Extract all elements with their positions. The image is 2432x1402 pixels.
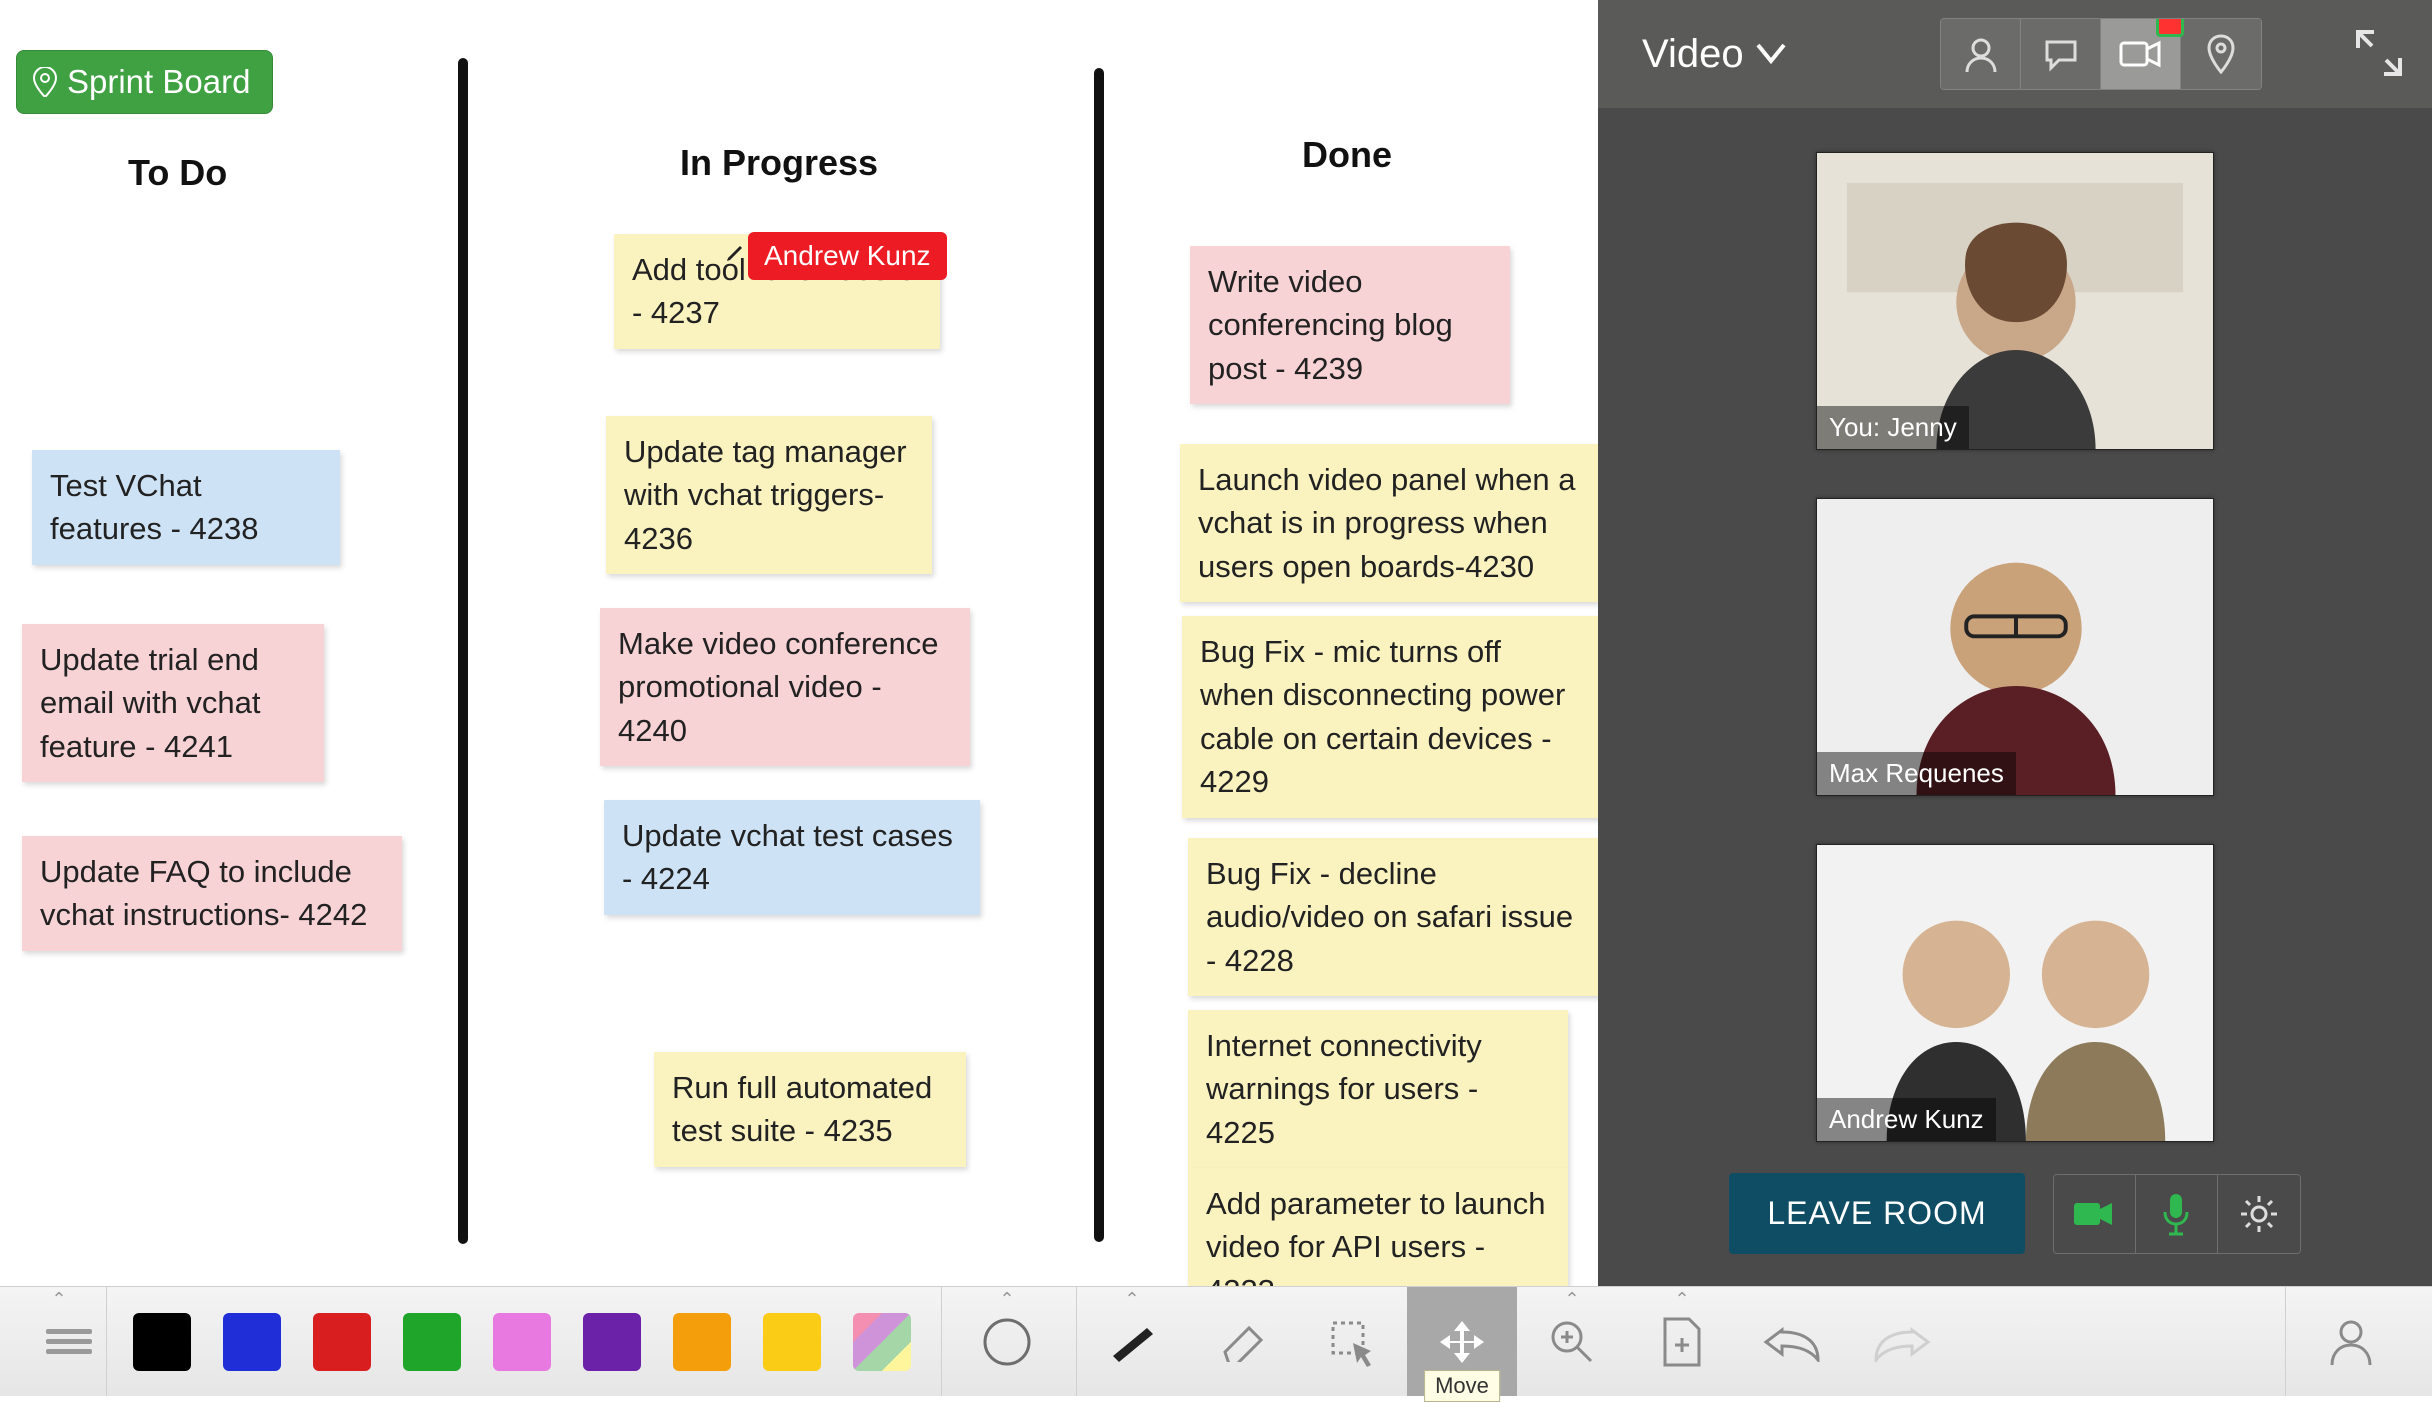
card[interactable]: Launch video panel when a vchat is in pr… <box>1180 444 1598 602</box>
video-tile[interactable]: Andrew Kunz <box>1816 844 2214 1142</box>
video-panel: Video You: Je <box>1598 0 2432 1286</box>
video-panel-header: Video <box>1598 0 2432 108</box>
video-panel-title[interactable]: Video <box>1642 32 1786 77</box>
eraser-icon <box>1215 1322 1269 1362</box>
move-tool[interactable]: Move <box>1407 1287 1517 1396</box>
column-divider <box>1094 68 1104 1242</box>
undo-button[interactable] <box>1737 1287 1847 1396</box>
chevron-down-icon <box>1756 43 1786 65</box>
color-swatch-section <box>106 1287 937 1396</box>
pin-icon <box>2206 34 2236 74</box>
tab-chat[interactable] <box>2021 19 2101 89</box>
video-control-group <box>2053 1174 2301 1254</box>
profile-button[interactable] <box>2296 1287 2406 1396</box>
eraser-tool[interactable] <box>1187 1287 1297 1396</box>
column-header-done: Done <box>1302 134 1392 176</box>
expand-caret-icon[interactable]: ⌃ <box>1124 1289 1139 1310</box>
tab-video[interactable] <box>2101 19 2181 89</box>
hamburger-menu-button[interactable] <box>46 1324 92 1359</box>
card[interactable]: Bug Fix - decline audio/video on safari … <box>1188 838 1606 996</box>
toggle-mic-button[interactable] <box>2136 1175 2218 1253</box>
video-tile[interactable]: Max Requenes <box>1816 498 2214 796</box>
profile-section <box>2285 1287 2416 1396</box>
zoom-tool[interactable]: ⌃ <box>1517 1287 1627 1396</box>
expand-icon[interactable] <box>2354 28 2404 78</box>
pin-icon <box>33 67 57 97</box>
card[interactable]: Internet connectivity warnings for users… <box>1188 1010 1568 1168</box>
participant-name: Max Requenes <box>1817 752 2016 795</box>
redo-icon <box>1872 1322 1932 1362</box>
participant-name: You: Jenny <box>1817 406 1969 449</box>
column-divider <box>458 58 468 1244</box>
redo-button[interactable] <box>1847 1287 1957 1396</box>
color-swatch-multi[interactable] <box>853 1313 911 1371</box>
tab-people[interactable] <box>1941 19 2021 89</box>
gear-icon <box>2239 1194 2279 1234</box>
color-swatch[interactable] <box>493 1313 551 1371</box>
person-icon <box>1961 34 2001 74</box>
color-swatch[interactable] <box>133 1313 191 1371</box>
add-page-tool[interactable]: ⌃ <box>1627 1287 1737 1396</box>
card[interactable]: Write video conferencing blog post - 423… <box>1190 246 1510 404</box>
color-swatch[interactable] <box>403 1313 461 1371</box>
expand-caret-icon[interactable]: ⌃ <box>1564 1289 1579 1310</box>
circle-icon <box>982 1317 1032 1367</box>
recording-indicator-icon <box>2156 18 2184 37</box>
expand-caret-icon[interactable]: ⌃ <box>1674 1289 1689 1310</box>
whiteboard-canvas[interactable]: Sprint Board To Do In Progress Done Test… <box>0 0 1598 1286</box>
card[interactable]: Update tag manager with vchat triggers- … <box>606 416 932 574</box>
tooltip: Move <box>1424 1370 1500 1402</box>
video-settings-button[interactable] <box>2218 1175 2300 1253</box>
color-swatch[interactable] <box>583 1313 641 1371</box>
tools-section: ⌃ Move ⌃ ⌃ <box>1076 1287 1957 1396</box>
select-tool[interactable] <box>1297 1287 1407 1396</box>
column-header-inprogress: In Progress <box>680 142 878 184</box>
card[interactable]: Update vchat test cases - 4224 <box>604 800 980 915</box>
menu-section: ⌃ <box>16 1287 102 1396</box>
color-swatch[interactable] <box>673 1313 731 1371</box>
toggle-camera-button[interactable] <box>2054 1175 2136 1253</box>
pen-icon <box>1107 1322 1157 1362</box>
undo-icon <box>1762 1322 1822 1362</box>
expand-caret-icon[interactable]: ⌃ <box>51 1289 66 1310</box>
board-title-chip[interactable]: Sprint Board <box>16 50 273 114</box>
leave-room-button[interactable]: LEAVE ROOM <box>1729 1173 2024 1254</box>
participant-name: Andrew Kunz <box>1817 1098 1996 1141</box>
pen-tool[interactable]: ⌃ <box>1077 1287 1187 1396</box>
presence-user-tag: Andrew Kunz <box>748 232 947 280</box>
add-page-icon <box>1659 1315 1705 1369</box>
bottom-toolbar: ⌃ ⌃ ⌃ Move ⌃ ⌃ <box>0 1286 2432 1396</box>
card[interactable]: Update FAQ to include vchat instructions… <box>22 836 402 951</box>
card[interactable]: Update trial end email with vchat featur… <box>22 624 324 782</box>
column-header-todo: To Do <box>128 152 227 194</box>
tab-location[interactable] <box>2181 19 2261 89</box>
pencil-icon <box>724 240 748 264</box>
video-tile[interactable]: You: Jenny <box>1816 152 2214 450</box>
microphone-icon <box>2161 1192 2191 1236</box>
video-camera-icon <box>2072 1197 2116 1231</box>
color-swatch[interactable] <box>763 1313 821 1371</box>
chat-icon <box>2041 34 2081 74</box>
card[interactable]: Run full automated test suite - 4235 <box>654 1052 966 1167</box>
board-title-text: Sprint Board <box>67 63 250 100</box>
move-arrows-icon <box>1435 1315 1489 1369</box>
card[interactable]: Make video conference promotional video … <box>600 608 970 766</box>
zoom-in-icon <box>1547 1317 1597 1367</box>
color-swatch[interactable] <box>223 1313 281 1371</box>
shape-section: ⌃ <box>941 1287 1072 1396</box>
person-icon <box>2328 1317 2374 1367</box>
cursor-select-icon <box>1327 1317 1377 1367</box>
card[interactable]: Test VChat features - 4238 <box>32 450 340 565</box>
color-swatch[interactable] <box>313 1313 371 1371</box>
video-camera-icon <box>2119 37 2163 71</box>
card[interactable]: Bug Fix - mic turns off when disconnecti… <box>1182 616 1600 818</box>
video-panel-tabs <box>1940 18 2262 90</box>
shape-circle-tool[interactable] <box>952 1287 1062 1396</box>
video-controls: LEAVE ROOM <box>1598 1173 2432 1254</box>
